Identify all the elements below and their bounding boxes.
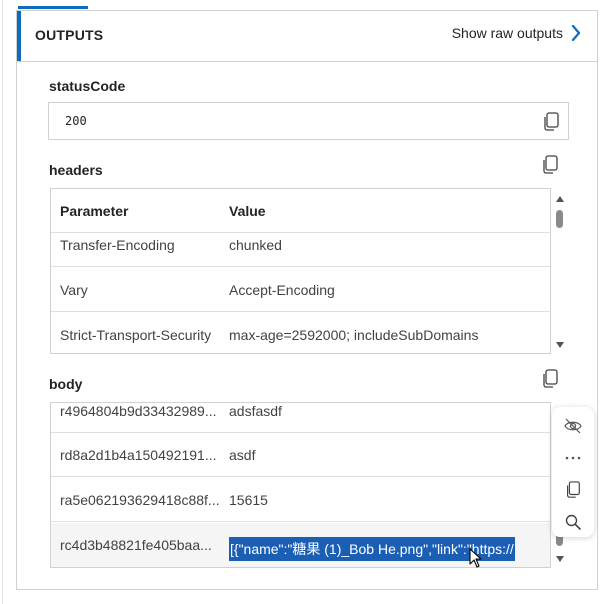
parameter-cell: Transfer-Encoding xyxy=(60,237,175,253)
outputs-header: OUTPUTS Show raw outputs xyxy=(17,11,597,62)
copy-icon[interactable] xyxy=(564,481,582,499)
value-cell: 15615 xyxy=(229,492,268,508)
search-icon[interactable] xyxy=(564,513,582,531)
more-horizontal-icon[interactable] xyxy=(564,449,582,467)
table-row: Vary Accept-Encoding xyxy=(51,268,550,312)
value-cell: asdf xyxy=(229,447,256,463)
status-code-label: statusCode xyxy=(49,78,126,94)
value-cell: max-age=2592000; includeSubDomains xyxy=(229,327,479,343)
value-cell: adsfasdf xyxy=(229,403,282,419)
headers-scrollbar[interactable] xyxy=(553,192,567,352)
copy-icon[interactable] xyxy=(541,155,559,175)
cell-action-toolbar xyxy=(552,407,594,537)
show-raw-outputs-label: Show raw outputs xyxy=(451,25,563,41)
scroll-thumb[interactable] xyxy=(556,210,563,228)
key-cell: rc4d3b48821fe405baa... xyxy=(60,537,212,553)
status-code-value: 200 xyxy=(65,114,87,128)
table-row: rd8a2d1b4a150492191... asdf xyxy=(51,433,550,477)
mouse-cursor-icon xyxy=(469,548,482,568)
key-cell: ra5e062193629418c88f... xyxy=(60,492,220,508)
table-row: Strict-Transport-Security max-age=259200… xyxy=(51,313,550,353)
window-left-edge xyxy=(2,0,3,604)
value-cell: chunked xyxy=(229,237,282,253)
table-row: r4964804b9d33432989... adsfasdf xyxy=(51,403,550,433)
copy-icon[interactable] xyxy=(542,112,560,132)
copy-icon[interactable] xyxy=(541,369,559,389)
scroll-up-arrow[interactable] xyxy=(556,196,564,202)
key-cell: rd8a2d1b4a150492191... xyxy=(60,447,217,463)
column-header-parameter: Parameter xyxy=(60,203,129,219)
eye-off-icon[interactable] xyxy=(564,417,582,435)
outputs-title: OUTPUTS xyxy=(35,27,104,43)
table-row: Transfer-Encoding chunked xyxy=(51,223,550,267)
body-label: body xyxy=(49,376,83,392)
chevron-right-icon xyxy=(571,25,581,41)
headers-label: headers xyxy=(49,162,103,178)
value-cell: Accept-Encoding xyxy=(229,282,335,298)
body-table: r4964804b9d33432989... adsfasdf rd8a2d1b… xyxy=(50,402,551,568)
selected-tab-indicator xyxy=(18,6,88,9)
show-raw-outputs-link[interactable]: Show raw outputs xyxy=(452,25,581,41)
table-row: ra5e062193629418c88f... 15615 xyxy=(51,478,550,522)
outputs-panel: OUTPUTS Show raw outputs statusCode 200 … xyxy=(16,10,598,590)
headers-table: Parameter Value Transfer-Encoding chunke… xyxy=(50,188,551,354)
header-accent-bar xyxy=(17,11,21,61)
parameter-cell: Strict-Transport-Security xyxy=(60,327,212,343)
parameter-cell: Vary xyxy=(60,282,88,298)
status-code-box: 200 xyxy=(48,102,569,140)
scroll-down-arrow[interactable] xyxy=(556,556,564,562)
column-header-value: Value xyxy=(229,203,266,219)
scroll-down-arrow[interactable] xyxy=(556,342,564,348)
key-cell: r4964804b9d33432989... xyxy=(60,403,217,419)
